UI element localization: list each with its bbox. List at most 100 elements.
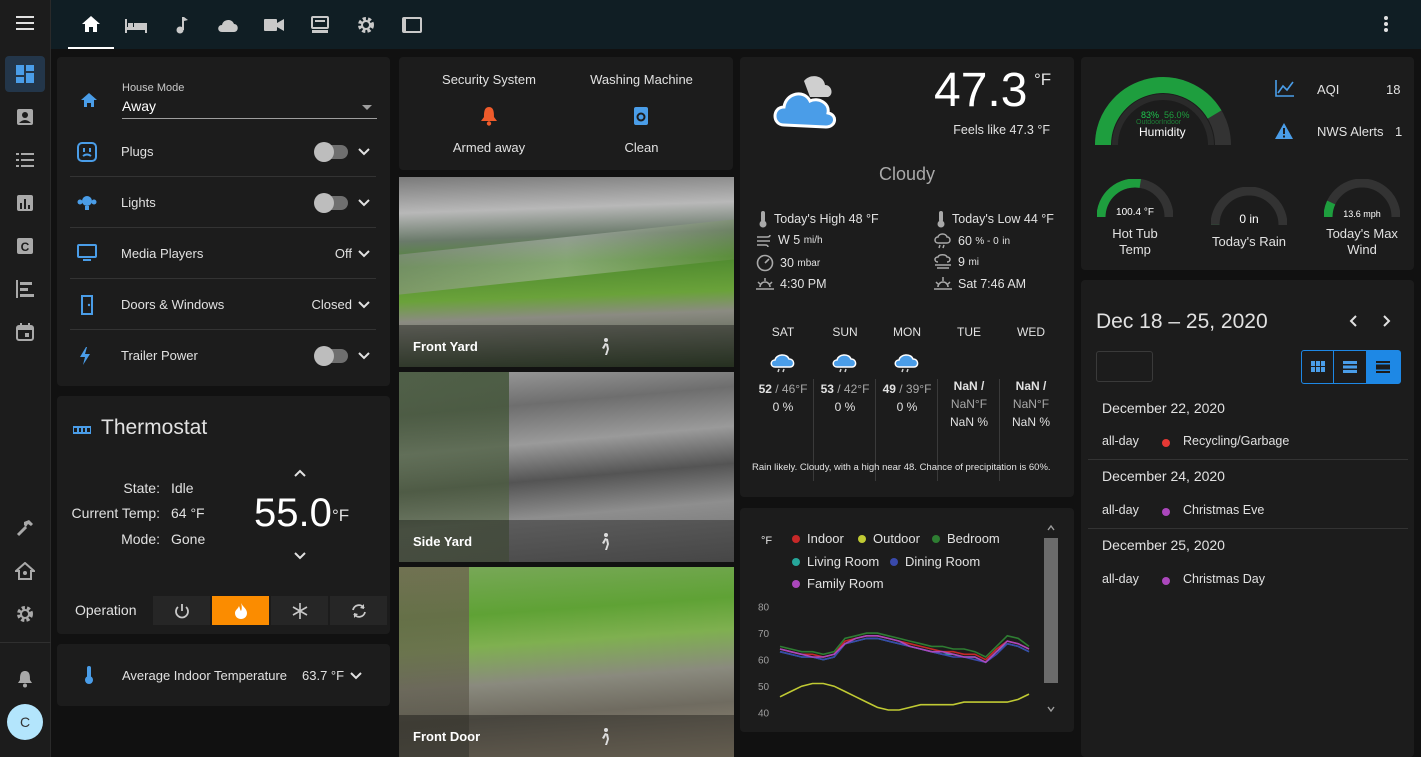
hamburger-icon — [16, 16, 34, 30]
more-options-button[interactable] — [1376, 12, 1396, 36]
chart-box-icon — [17, 195, 33, 211]
entities-card: House Mode Away Plugs Lights Media Playe… — [57, 57, 390, 386]
wind-unit: mi/h — [803, 234, 823, 246]
entity-row-media-players[interactable]: Media Players Off — [57, 228, 390, 279]
entity-row-lights[interactable]: Lights — [57, 177, 390, 228]
tab-home[interactable] — [68, 0, 114, 49]
event-title[interactable]: Recycling/Garbage — [1183, 434, 1289, 448]
mode-auto-button[interactable] — [330, 596, 387, 625]
house-mode-label: House Mode — [122, 82, 185, 94]
average-temp-row[interactable]: 63.7 °F — [302, 668, 362, 683]
camera-side-yard[interactable]: Side Yard — [399, 372, 734, 562]
precip-unit-2: in — [1002, 235, 1011, 247]
chevron-down-icon[interactable] — [358, 198, 370, 207]
sidebar-item-developer-tools[interactable] — [5, 510, 45, 546]
tab-panel[interactable] — [389, 0, 435, 49]
sidebar-item-notifications[interactable] — [5, 661, 45, 697]
legend-item[interactable]: Dining Room — [890, 554, 980, 569]
chevron-down-icon[interactable] — [358, 147, 370, 156]
setpoint-unit: °F — [332, 506, 350, 525]
lights-toggle[interactable] — [314, 192, 348, 213]
event-dot — [1162, 504, 1177, 519]
chevron-down-icon[interactable] — [358, 351, 370, 360]
tab-settings[interactable] — [343, 0, 389, 49]
sidebar-item-hacs[interactable] — [5, 553, 45, 589]
camera-front-door[interactable]: Front Door — [399, 567, 734, 757]
wind-label-1: Today's Max — [1326, 226, 1398, 241]
glance-name: Security System — [442, 72, 536, 87]
weather-card[interactable]: 47.3 °F Feels like 47.3 °F Cloudy Today'… — [740, 57, 1074, 497]
forecast-precip: 0 % — [772, 400, 794, 414]
tab-music[interactable] — [159, 0, 205, 49]
sidebar-item-history[interactable] — [5, 185, 45, 221]
bell-icon — [18, 671, 32, 688]
mode-off-button[interactable] — [153, 596, 210, 625]
tab-weather[interactable] — [205, 0, 251, 49]
tab-cameras[interactable] — [251, 0, 297, 49]
chevron-down-icon[interactable] — [358, 300, 370, 309]
operation-label: Operation — [75, 602, 137, 618]
event-title[interactable]: Christmas Eve — [1183, 503, 1264, 517]
entity-row-trailer-power[interactable]: Trailer Power — [57, 330, 390, 381]
sidebar-item-calendar[interactable] — [5, 314, 45, 350]
tab-server[interactable] — [297, 0, 343, 49]
tab-bedroom[interactable] — [113, 0, 159, 49]
user-avatar[interactable]: C — [7, 704, 43, 740]
sidebar-item-configuration[interactable] — [5, 596, 45, 632]
cloud-icon — [218, 19, 238, 32]
scroll-down-icon[interactable] — [1047, 706, 1055, 712]
day-view-button[interactable] — [1366, 351, 1400, 383]
scrollbar-thumb[interactable] — [1044, 538, 1058, 683]
view-week-icon — [1343, 361, 1358, 373]
chevron-up-icon[interactable] — [294, 469, 306, 477]
door-icon — [81, 295, 93, 315]
month-view-button[interactable] — [1302, 351, 1335, 383]
wind-value: 13.6 mph — [1343, 209, 1381, 219]
bell-icon[interactable] — [480, 106, 498, 126]
mode-cool-button[interactable] — [271, 596, 328, 625]
chevron-left-icon[interactable] — [1349, 315, 1357, 327]
chevron-right-icon[interactable] — [1383, 315, 1391, 327]
radiator-icon — [73, 426, 91, 434]
entity-name: Trailer Power — [121, 348, 198, 363]
sidebar-item-logbook[interactable] — [5, 142, 45, 178]
today-button[interactable] — [1096, 351, 1153, 382]
hammer-icon — [16, 520, 33, 537]
scroll-up-icon[interactable] — [1047, 525, 1055, 531]
current-temp-value: 64 °F — [171, 505, 205, 521]
walk-icon — [602, 338, 609, 355]
house-mode-select[interactable]: Away — [122, 98, 377, 119]
legend-item[interactable]: Living Room — [792, 554, 879, 569]
sidebar-item-timeline[interactable] — [5, 271, 45, 307]
menu-button[interactable] — [5, 5, 45, 41]
trailer-power-toggle[interactable] — [314, 345, 348, 366]
chevron-down-icon[interactable] — [294, 552, 306, 560]
entity-row-doors-windows[interactable]: Doors & Windows Closed — [57, 279, 390, 330]
chevron-down-icon[interactable] — [358, 249, 370, 258]
list-icon — [16, 153, 34, 167]
entity-row-plugs[interactable]: Plugs — [57, 126, 390, 177]
entity-name: Media Players — [121, 246, 204, 261]
legend-item[interactable]: Indoor — [792, 531, 844, 546]
plugs-toggle[interactable] — [314, 141, 348, 162]
legend-item[interactable]: Bedroom — [932, 531, 1000, 546]
sidebar-item-person[interactable] — [5, 99, 45, 135]
current-temp-label: Current Temp: — [71, 505, 160, 521]
event-title[interactable]: Christmas Day — [1183, 572, 1265, 586]
top-toolbar — [51, 0, 1421, 49]
visibility-unit: mi — [968, 256, 979, 268]
legend-item[interactable]: Family Room — [792, 576, 884, 591]
y-tick-label: 50 — [758, 682, 770, 693]
washing-machine-icon[interactable] — [633, 106, 649, 126]
forecast-day-name: SAT — [771, 325, 795, 339]
week-view-button[interactable] — [1334, 351, 1367, 383]
sidebar-item-overview[interactable] — [5, 56, 45, 92]
camera-front-yard[interactable]: Front Yard — [399, 177, 734, 367]
forecast-low: / 39°F — [899, 382, 932, 396]
home-icon — [81, 93, 97, 107]
legend-item[interactable]: Outdoor — [858, 531, 920, 546]
feels-like: Feels like 47.3 °F — [953, 123, 1050, 137]
sidebar-item-c[interactable]: C — [5, 228, 45, 264]
letter-c-box-icon: C — [17, 238, 33, 254]
mode-heat-button[interactable] — [212, 596, 269, 625]
